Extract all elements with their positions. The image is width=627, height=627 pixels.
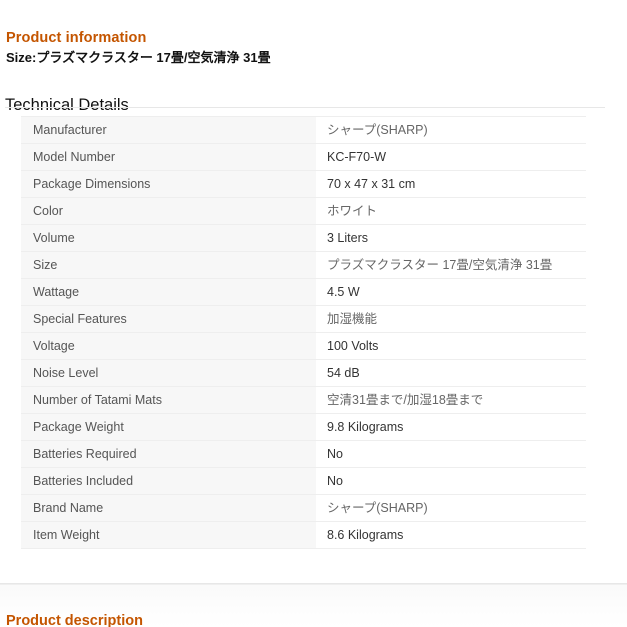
table-row: Volume 3 Liters [21, 225, 586, 252]
table-row: Voltage 100 Volts [21, 333, 586, 360]
spec-value: ホワイト [316, 198, 586, 225]
spec-value: 54 dB [316, 360, 586, 387]
section-divider [0, 583, 627, 585]
spec-value: シャープ(SHARP) [316, 117, 586, 144]
spec-label: Manufacturer [21, 117, 316, 144]
product-information-page: Product information Size:プラズマクラスター 17畳/空… [0, 0, 627, 627]
table-row: Batteries Required No [21, 441, 586, 468]
table-row: Noise Level 54 dB [21, 360, 586, 387]
spec-label: Batteries Required [21, 441, 316, 468]
table-row: Size プラズマクラスター 17畳/空気清浄 31畳 [21, 252, 586, 279]
product-information-heading: Product information [6, 30, 146, 46]
table-row: Special Features 加湿機能 [21, 306, 586, 333]
technical-details-divider [5, 107, 605, 108]
spec-label: Noise Level [21, 360, 316, 387]
table-row: Manufacturer シャープ(SHARP) [21, 117, 586, 144]
technical-details-table: Manufacturer シャープ(SHARP) Model Number KC… [21, 116, 586, 549]
spec-value: No [316, 468, 586, 495]
table-row: Package Dimensions 70 x 47 x 31 cm [21, 171, 586, 198]
spec-value: No [316, 441, 586, 468]
spec-label: Wattage [21, 279, 316, 306]
technical-details-table-body: Manufacturer シャープ(SHARP) Model Number KC… [21, 117, 586, 549]
spec-value: 3 Liters [316, 225, 586, 252]
spec-label: Package Weight [21, 414, 316, 441]
spec-value: 空清31畳まで/加湿18畳まで [316, 387, 586, 414]
spec-label: Number of Tatami Mats [21, 387, 316, 414]
spec-value: KC-F70-W [316, 144, 586, 171]
spec-label: Item Weight [21, 522, 316, 549]
spec-label: Volume [21, 225, 316, 252]
spec-label: Size [21, 252, 316, 279]
table-row: Package Weight 9.8 Kilograms [21, 414, 586, 441]
spec-value: 加湿機能 [316, 306, 586, 333]
spec-label: Special Features [21, 306, 316, 333]
spec-value: 9.8 Kilograms [316, 414, 586, 441]
spec-label: Color [21, 198, 316, 225]
table-row: Batteries Included No [21, 468, 586, 495]
spec-value: プラズマクラスター 17畳/空気清浄 31畳 [316, 252, 586, 279]
spec-label: Brand Name [21, 495, 316, 522]
spec-value: 100 Volts [316, 333, 586, 360]
spec-label: Package Dimensions [21, 171, 316, 198]
spec-value: シャープ(SHARP) [316, 495, 586, 522]
table-row: Brand Name シャープ(SHARP) [21, 495, 586, 522]
selected-size-label: Size:プラズマクラスター 17畳/空気清浄 31畳 [6, 47, 271, 66]
spec-label: Model Number [21, 144, 316, 171]
table-row: Color ホワイト [21, 198, 586, 225]
spec-value: 8.6 Kilograms [316, 522, 586, 549]
table-row: Wattage 4.5 W [21, 279, 586, 306]
product-description-section: Product description [6, 601, 306, 627]
spec-value: 4.5 W [316, 279, 586, 306]
table-row: Model Number KC-F70-W [21, 144, 586, 171]
product-description-heading: Product description [6, 613, 143, 627]
spec-label: Voltage [21, 333, 316, 360]
spec-label: Batteries Included [21, 468, 316, 495]
table-row: Item Weight 8.6 Kilograms [21, 522, 586, 549]
spec-value: 70 x 47 x 31 cm [316, 171, 586, 198]
technical-details-title: Technical Details [5, 96, 129, 115]
table-row: Number of Tatami Mats 空清31畳まで/加湿18畳まで [21, 387, 586, 414]
